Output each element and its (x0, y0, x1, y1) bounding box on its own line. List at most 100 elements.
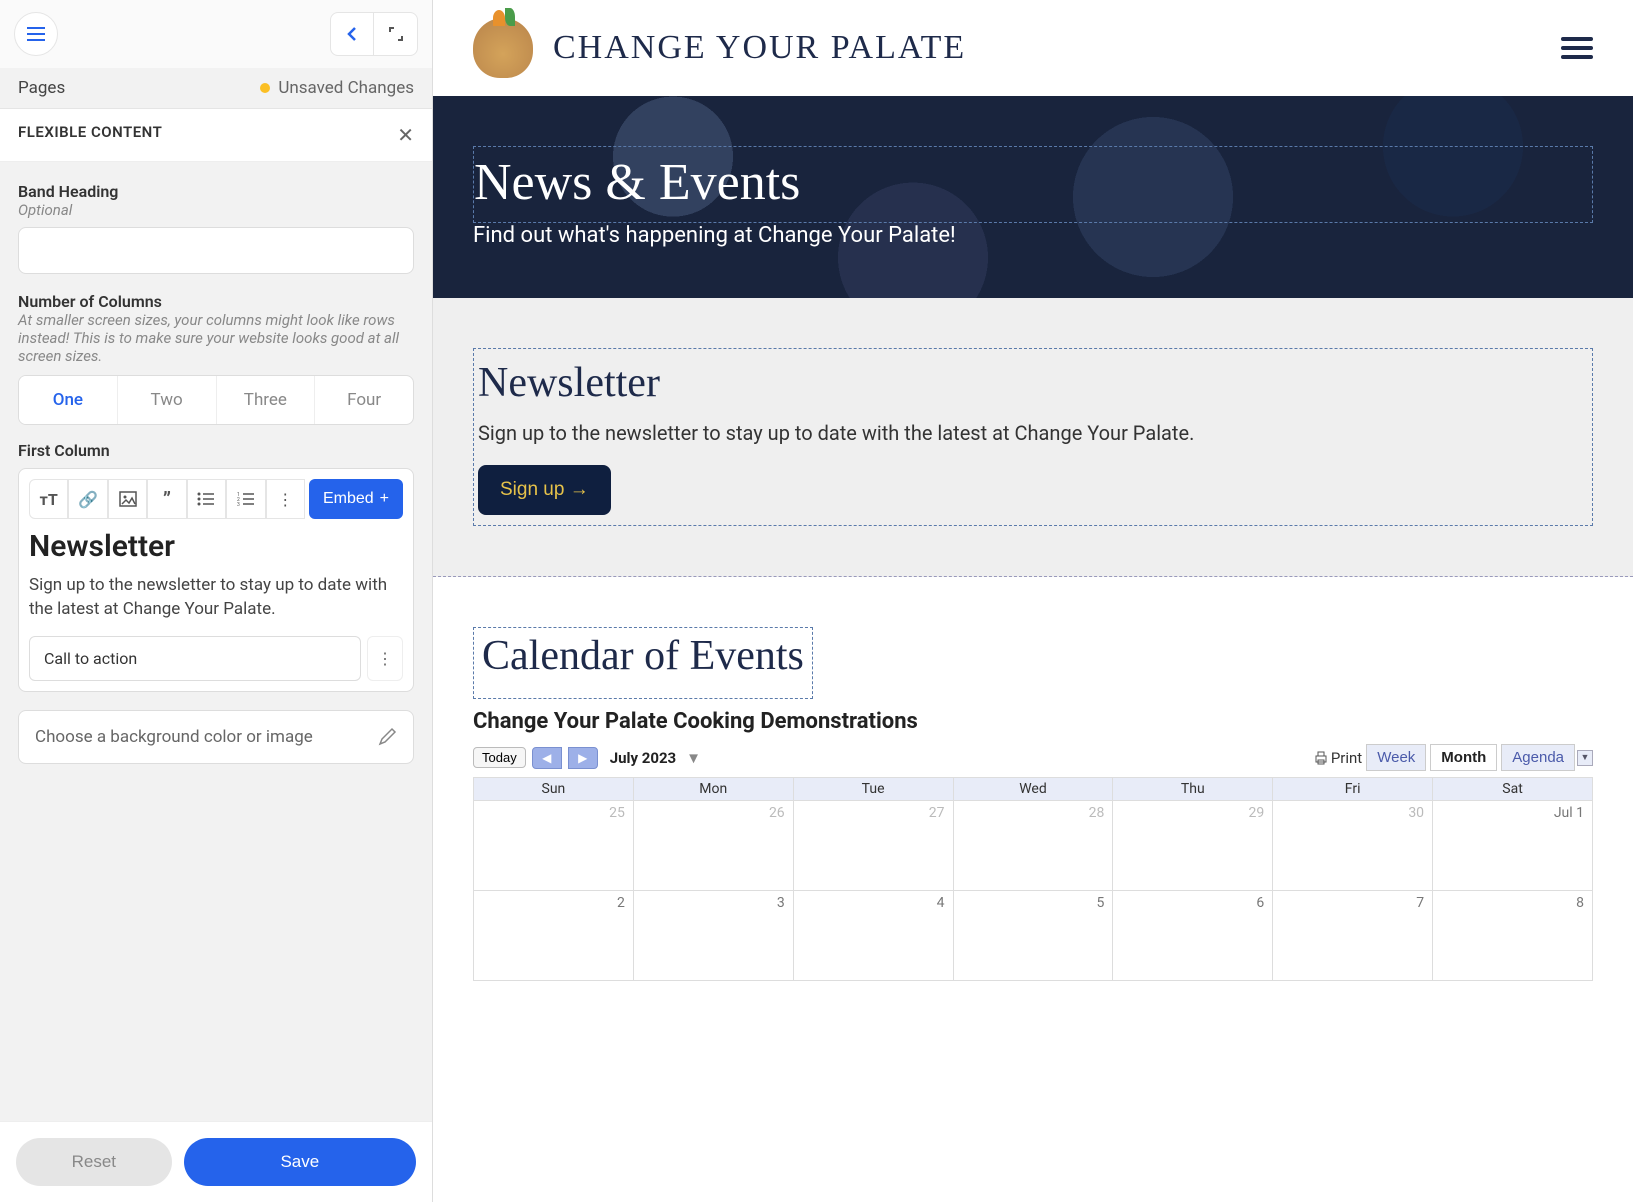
more-button[interactable]: ⋮ (266, 479, 305, 519)
newsletter-text: Sign up to the newsletter to stay up to … (478, 421, 1588, 445)
chevron-left-icon (346, 26, 358, 42)
close-panel-button[interactable]: ✕ (397, 123, 414, 147)
cta-options-button[interactable]: ⋮ (367, 636, 403, 681)
site-header: CHANGE YOUR PALATE (433, 0, 1633, 96)
prev-month-button[interactable]: ◀ (532, 747, 562, 769)
month-label: July 2023 (610, 749, 676, 767)
calendar-cell[interactable]: 30 (1273, 801, 1433, 891)
chevron-right-icon: ▶ (578, 751, 587, 765)
calendar-cell[interactable]: Jul 1 (1433, 801, 1593, 891)
band-heading-hint: Optional (18, 201, 414, 219)
view-week-button[interactable]: Week (1366, 744, 1426, 771)
signup-button[interactable]: Sign up → (478, 465, 611, 515)
brand: CHANGE YOUR PALATE (473, 18, 966, 78)
unsaved-dot-icon (260, 83, 270, 93)
rich-editor: тT 🔗 ” 123 ⋮ Embed + Newsletter (18, 468, 414, 692)
sidebar-status-row: Pages Unsaved Changes (0, 68, 432, 109)
view-agenda-button[interactable]: Agenda (1501, 744, 1575, 771)
calendar-cell[interactable]: 29 (1113, 801, 1273, 891)
calendar-cell[interactable]: 25 (474, 801, 634, 891)
columns-option-four[interactable]: Four (315, 376, 413, 424)
hamburger-bar (1561, 55, 1593, 59)
day-header: Mon (633, 778, 793, 801)
image-button[interactable] (108, 479, 147, 519)
calendar-cell[interactable]: 28 (953, 801, 1113, 891)
sidebar-footer: Reset Save (0, 1121, 432, 1202)
pages-label: Pages (18, 78, 65, 98)
expand-button[interactable] (374, 12, 418, 56)
calendar-cell[interactable]: 5 (953, 891, 1113, 981)
print-icon (1313, 750, 1329, 766)
calendar-cell[interactable]: 7 (1273, 891, 1433, 981)
numbered-list-button[interactable]: 123 (226, 479, 265, 519)
columns-hint: At smaller screen sizes, your columns mi… (18, 311, 414, 365)
hero-section: News & Events Find out what's happening … (433, 96, 1633, 298)
site-menu-button[interactable] (1561, 37, 1593, 59)
brand-name: CHANGE YOUR PALATE (553, 29, 966, 67)
back-button[interactable] (330, 12, 374, 56)
embed-label: Embed (323, 490, 374, 508)
hero-subtitle: Find out what's happening at Change Your… (473, 223, 1593, 248)
editor-paragraph[interactable]: Sign up to the newsletter to stay up to … (29, 574, 403, 622)
text-size-button[interactable]: тT (29, 479, 68, 519)
calendar-heading: Calendar of Events (482, 632, 804, 680)
link-button[interactable]: 🔗 (68, 479, 107, 519)
hamburger-bar (1561, 46, 1593, 50)
plus-icon: + (380, 490, 389, 508)
columns-option-one[interactable]: One (19, 376, 118, 424)
text-size-icon: тT (40, 490, 58, 509)
image-icon (119, 491, 137, 507)
pencil-icon (377, 727, 397, 747)
bullet-list-button[interactable] (187, 479, 226, 519)
quote-icon: ” (163, 487, 171, 511)
quote-button[interactable]: ” (147, 479, 186, 519)
sidebar-top-bar (0, 0, 432, 68)
calendar-cell[interactable]: 3 (633, 891, 793, 981)
band-heading-label: Band Heading (18, 182, 414, 201)
next-month-button[interactable]: ▶ (568, 747, 598, 769)
band-heading-input[interactable] (18, 227, 414, 274)
view-month-button[interactable]: Month (1430, 744, 1497, 771)
today-button[interactable]: Today (473, 747, 526, 768)
hero-title: News & Events (474, 153, 1592, 212)
logo-icon (473, 18, 533, 78)
reset-button[interactable]: Reset (16, 1138, 172, 1186)
print-button[interactable]: Print (1313, 749, 1362, 767)
calendar-toolbar: Today ◀ ▶ July 2023 ▼ Print Week Month A… (473, 744, 1593, 771)
bg-placeholder: Choose a background color or image (35, 727, 313, 747)
numbered-list-icon: 123 (237, 492, 255, 506)
calendar-section: Calendar of Events Change Your Palate Co… (433, 577, 1633, 1031)
day-header: Tue (793, 778, 953, 801)
unsaved-label: Unsaved Changes (278, 78, 414, 98)
calendar-cell[interactable]: 26 (633, 801, 793, 891)
editor-heading[interactable]: Newsletter (29, 529, 403, 564)
embed-button[interactable]: Embed + (309, 479, 403, 519)
columns-option-three[interactable]: Three (217, 376, 316, 424)
day-header: Fri (1273, 778, 1433, 801)
cta-block[interactable]: Call to action (29, 636, 361, 681)
day-header: Sun (474, 778, 634, 801)
main-menu-button[interactable] (14, 12, 58, 56)
calendar-cell[interactable]: 6 (1113, 891, 1273, 981)
bullet-list-icon (197, 492, 215, 506)
calendar-grid: Sun Mon Tue Wed Thu Fri Sat 25 26 27 28 … (473, 777, 1593, 981)
columns-label: Number of Columns (18, 292, 414, 311)
calendar-cell[interactable]: 4 (793, 891, 953, 981)
link-icon: 🔗 (78, 490, 98, 509)
print-label: Print (1331, 749, 1362, 767)
day-header: Thu (1113, 778, 1273, 801)
newsletter-heading: Newsletter (478, 359, 1588, 407)
newsletter-section: Newsletter Sign up to the newsletter to … (433, 298, 1633, 577)
background-picker[interactable]: Choose a background color or image (18, 710, 414, 764)
site-preview: CHANGE YOUR PALATE News & Events Find ou… (433, 0, 1633, 1202)
calendar-cell[interactable]: 8 (1433, 891, 1593, 981)
month-dropdown-icon[interactable]: ▼ (686, 749, 701, 767)
calendar-cell[interactable]: 2 (474, 891, 634, 981)
save-button[interactable]: Save (184, 1138, 416, 1186)
calendar-cell[interactable]: 27 (793, 801, 953, 891)
agenda-dropdown-icon[interactable]: ▼ (1577, 750, 1593, 766)
columns-option-two[interactable]: Two (118, 376, 217, 424)
expand-icon (388, 26, 404, 42)
day-header: Sat (1433, 778, 1593, 801)
day-header: Wed (953, 778, 1113, 801)
